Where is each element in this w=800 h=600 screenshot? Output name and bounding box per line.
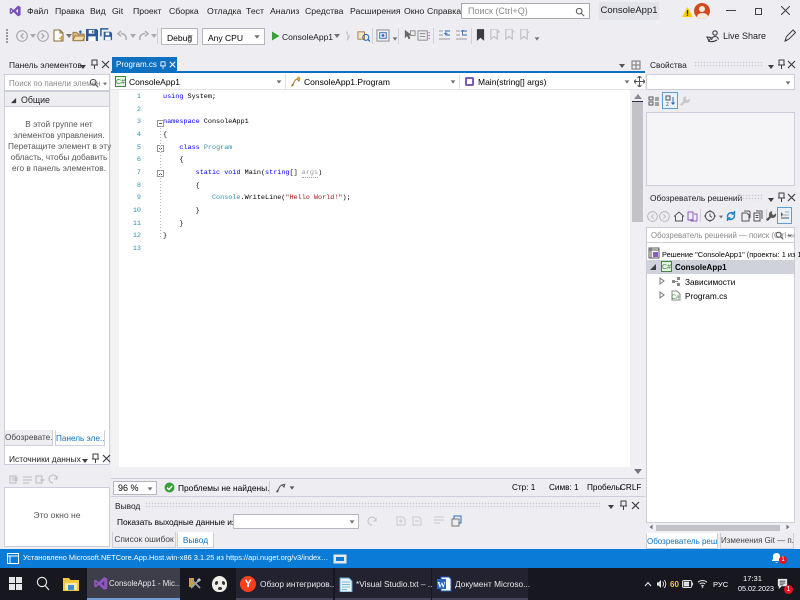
svg-text:C#: C# (116, 79, 125, 86)
svg-text:z: z (666, 102, 669, 107)
svg-text:C#: C# (662, 264, 671, 271)
svg-text:C#: C# (671, 294, 680, 301)
svg-text:W: W (437, 580, 446, 590)
